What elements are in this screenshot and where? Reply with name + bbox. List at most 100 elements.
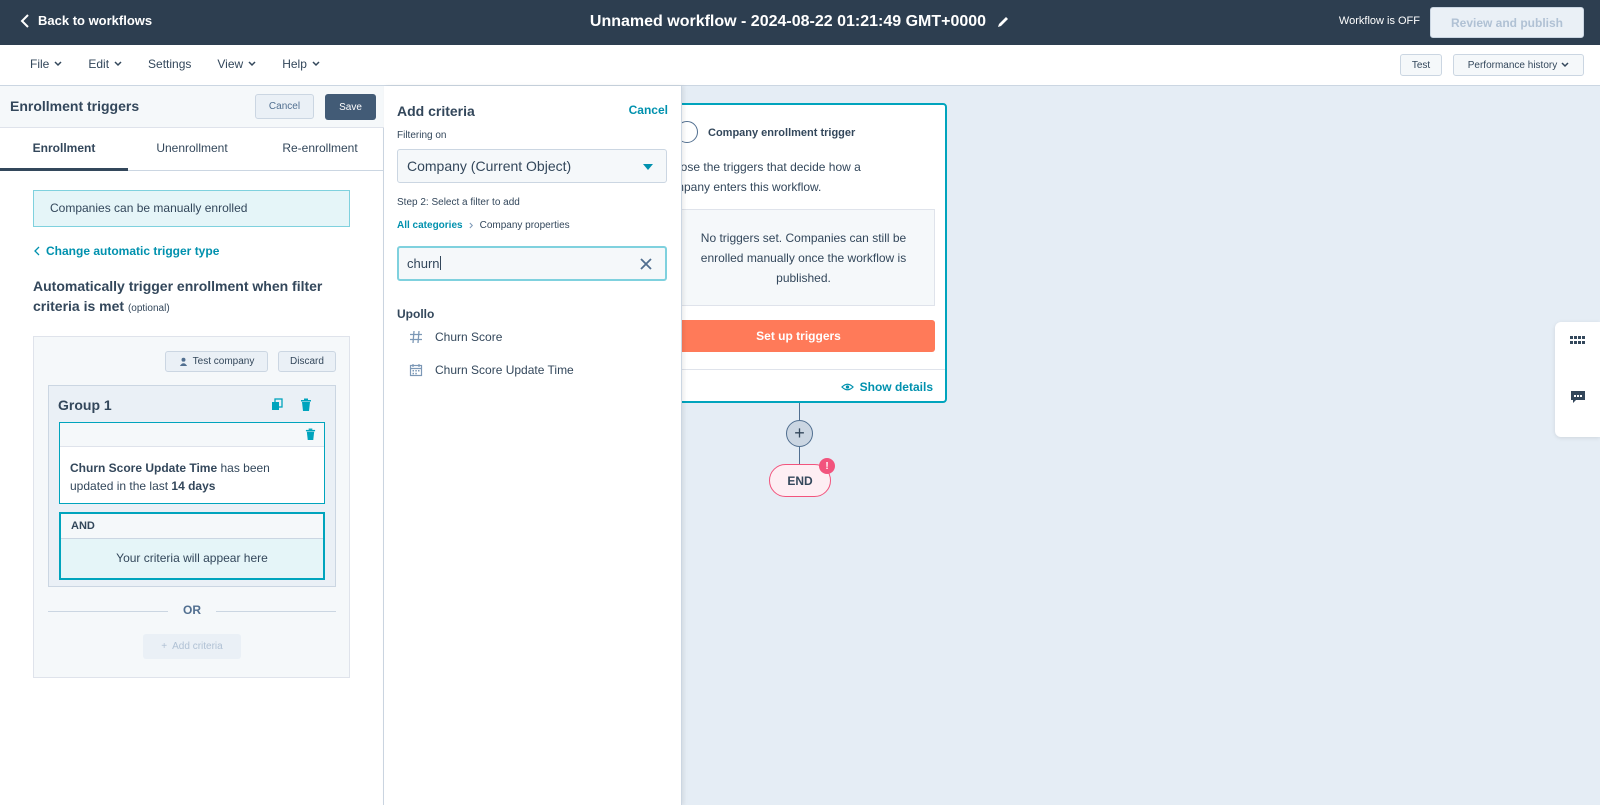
- enrollment-triggers-panel: Enrollment triggers Cancel Save Enrollme…: [0, 86, 384, 805]
- chevron-down-icon: [54, 61, 62, 67]
- set-up-triggers-button[interactable]: Set up triggers: [662, 320, 935, 352]
- property-option-churn-score[interactable]: Churn Score: [409, 330, 502, 344]
- search-value: churn: [407, 256, 440, 271]
- text-cursor: [439, 256, 441, 270]
- menu-edit[interactable]: Edit: [88, 57, 122, 71]
- tab-re-enrollment[interactable]: Re-enrollment: [256, 128, 384, 170]
- card-divider: [662, 369, 945, 370]
- breadcrumb-current: Company properties: [479, 220, 570, 231]
- test-company-label: Test company: [192, 356, 255, 367]
- menu-view[interactable]: View: [217, 57, 256, 71]
- performance-history-label: Performance history: [1467, 59, 1558, 71]
- menu-file[interactable]: File: [30, 57, 62, 71]
- chevron-down-icon: [312, 61, 320, 67]
- chevron-down-icon: [114, 61, 122, 67]
- menu-edit-label: Edit: [88, 57, 110, 71]
- breadcrumb: All categories Company properties: [397, 220, 570, 231]
- workflow-status: Workflow is OFF: [1338, 15, 1420, 27]
- discard-button[interactable]: Discard: [278, 351, 336, 372]
- filter-criterion[interactable]: Churn Score Update Time has been updated…: [59, 422, 325, 504]
- menu-bar: File Edit Settings View Help Test Perfor…: [0, 45, 1600, 86]
- add-criteria-panel: Add criteria Cancel Filtering on Company…: [384, 86, 682, 805]
- review-and-publish-button[interactable]: Review and publish: [1430, 7, 1584, 38]
- panel-title: Enrollment triggers: [10, 98, 140, 114]
- pencil-icon[interactable]: [996, 15, 1010, 29]
- menu-settings[interactable]: Settings: [148, 57, 191, 71]
- manual-enroll-notice: Companies can be manually enrolled: [33, 190, 350, 227]
- add-criteria-button[interactable]: + Add criteria: [143, 634, 241, 659]
- add-criteria-title: Add criteria: [397, 103, 475, 119]
- filter-editor: Test company Discard Group 1 Churn Score…: [33, 336, 350, 678]
- tab-enrollment[interactable]: Enrollment: [0, 128, 128, 171]
- property-option-label: Churn Score: [435, 330, 503, 344]
- show-details-link[interactable]: Show details: [840, 380, 933, 394]
- save-button[interactable]: Save: [325, 94, 376, 120]
- result-group-heading: Upollo: [397, 307, 435, 321]
- menu-help-label: Help: [282, 57, 307, 71]
- back-to-workflows-link[interactable]: Back to workflows: [20, 13, 152, 28]
- enrollment-trigger-card[interactable]: Company enrollment trigger oose the trig…: [660, 103, 947, 403]
- test-button[interactable]: Test: [1400, 54, 1442, 76]
- and-label: AND: [61, 514, 323, 539]
- chevron-down-icon: [1561, 62, 1569, 68]
- chevron-down-icon: [248, 61, 256, 67]
- breadcrumb-all-categories[interactable]: All categories: [397, 220, 463, 231]
- hash-icon: [410, 330, 422, 344]
- and-criteria-slot[interactable]: AND Your criteria will appear here: [59, 512, 325, 580]
- property-option-churn-score-update-time[interactable]: Churn Score Update Time: [409, 363, 574, 377]
- person-icon: [179, 357, 187, 366]
- top-bar: Back to workflows Unnamed workflow - 202…: [0, 0, 1600, 45]
- eye-icon: [840, 383, 854, 391]
- or-divider: OR: [48, 601, 336, 621]
- criterion-property: Churn Score Update Time: [70, 461, 218, 475]
- property-option-label: Churn Score Update Time: [435, 363, 574, 377]
- add-criteria-label: Add criteria: [172, 641, 223, 652]
- menu-view-label: View: [217, 57, 244, 71]
- calendar-icon: [409, 364, 423, 377]
- add-action-button[interactable]: +: [786, 420, 813, 447]
- trash-icon[interactable]: [300, 398, 312, 412]
- cancel-button[interactable]: Cancel: [255, 94, 314, 119]
- workflow-title[interactable]: Unnamed workflow - 2024-08-22 01:21:49 G…: [590, 13, 1010, 31]
- caret-down-icon: [643, 164, 653, 170]
- clone-icon[interactable]: [271, 398, 283, 412]
- performance-history-button[interactable]: Performance history: [1453, 54, 1584, 76]
- side-toolbar: [1555, 322, 1600, 437]
- object-select-value: Company (Current Object): [407, 158, 572, 174]
- test-company-button[interactable]: Test company: [165, 351, 268, 372]
- trash-icon[interactable]: [305, 428, 316, 441]
- plus-icon: +: [161, 641, 168, 652]
- chevron-right-icon: [469, 222, 473, 229]
- object-select[interactable]: Company (Current Object): [397, 149, 667, 183]
- keyboard-icon[interactable]: [1569, 332, 1587, 348]
- menu-settings-label: Settings: [148, 57, 192, 71]
- auto-trigger-heading: Automatically trigger enrollment when fi…: [33, 276, 353, 319]
- menu-help[interactable]: Help: [282, 57, 320, 71]
- menu-file-label: File: [30, 57, 50, 71]
- criterion-toolbar: [60, 423, 324, 447]
- clear-icon[interactable]: [639, 257, 653, 271]
- change-trigger-type-label: Change automatic trigger type: [46, 244, 220, 258]
- alert-badge: !: [819, 458, 835, 474]
- step-label: Step 2: Select a filter to add: [397, 197, 520, 208]
- panel-header: Enrollment triggers Cancel Save: [0, 86, 384, 128]
- criterion-text: Churn Score Update Time has been updated…: [60, 447, 324, 507]
- or-label: OR: [183, 603, 201, 617]
- workflow-title-text: Unnamed workflow - 2024-08-22 01:21:49 G…: [589, 13, 987, 30]
- chevron-left-icon: [34, 246, 40, 256]
- filtering-on-label: Filtering on: [397, 130, 447, 141]
- filter-group: Group 1 Churn Score Update Time has been…: [48, 385, 336, 587]
- criteria-cancel-link[interactable]: Cancel: [629, 103, 668, 117]
- trigger-tabs: Enrollment Unenrollment Re-enrollment: [0, 128, 384, 171]
- group-title: Group 1: [58, 397, 112, 413]
- optional-label: (optional): [127, 303, 170, 314]
- criteria-placeholder: Your criteria will appear here: [116, 551, 268, 565]
- tab-unenrollment[interactable]: Unenrollment: [128, 128, 256, 170]
- card-description-line: oose the triggers that decide how a: [674, 160, 861, 174]
- auto-trigger-heading-text: Automatically trigger enrollment when fi…: [33, 278, 323, 314]
- change-trigger-type-link[interactable]: Change automatic trigger type: [34, 244, 219, 258]
- comment-icon[interactable]: [1569, 389, 1587, 405]
- property-search-input[interactable]: churn: [397, 246, 667, 281]
- criterion-value: 14 days: [171, 479, 216, 493]
- back-label: Back to workflows: [38, 13, 153, 28]
